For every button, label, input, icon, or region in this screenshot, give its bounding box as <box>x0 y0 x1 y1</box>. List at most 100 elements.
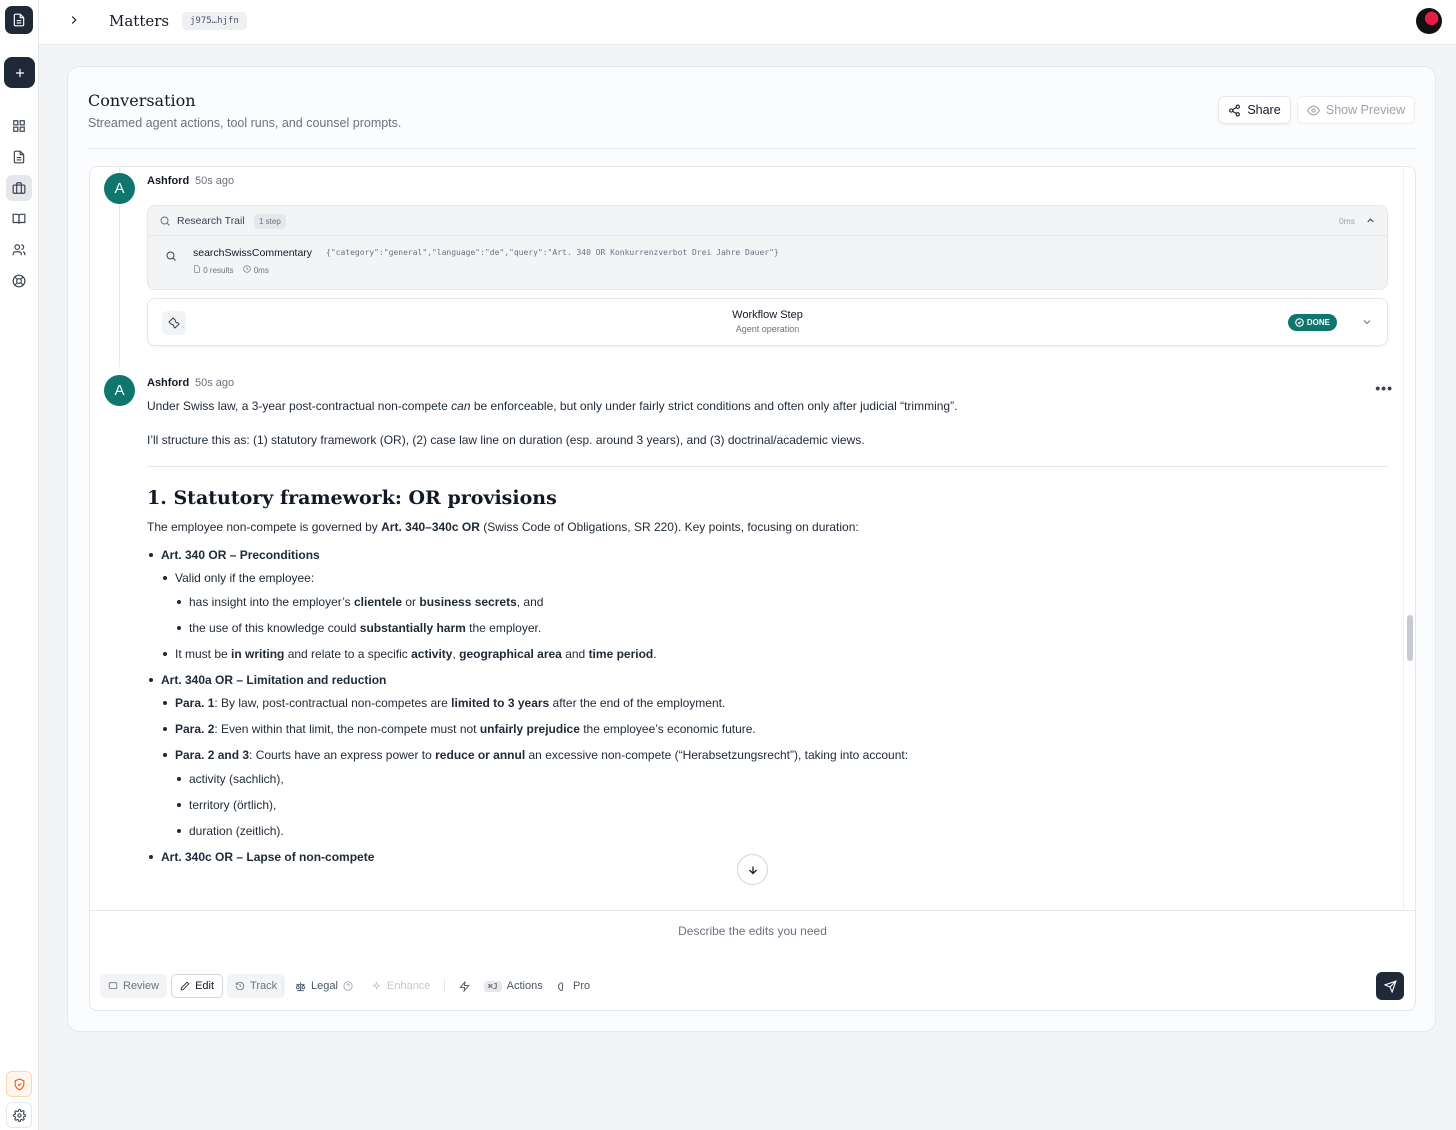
legal-toggle[interactable]: Legal <box>295 974 353 998</box>
show-preview-label: Show Preview <box>1325 103 1406 117</box>
new-button[interactable] <box>4 57 35 88</box>
grid-icon <box>13 120 25 132</box>
pencil-icon <box>180 981 190 991</box>
file-icon <box>194 265 200 273</box>
sidebar-item-dashboard[interactable] <box>6 113 32 139</box>
tool-name: searchSwissCommentary <box>193 247 313 259</box>
list-item: has insight into the employer’s clientel… <box>175 594 1388 610</box>
sidebar-item-support[interactable] <box>6 268 32 294</box>
security-button[interactable] <box>6 1071 32 1097</box>
brain-icon <box>558 981 563 991</box>
list-item: Para. 2: Even within that limit, the non… <box>161 721 1388 737</box>
list-item: Art. 340c OR – Lapse of non-compete <box>147 849 1388 865</box>
duration-meta: 0ms <box>243 265 269 275</box>
divider <box>88 148 1415 149</box>
user-avatar[interactable] <box>1416 8 1442 34</box>
conversation-panel: Conversation Streamed agent actions, too… <box>67 66 1436 1032</box>
panel-subtitle: Streamed agent actions, tool runs, and c… <box>88 116 402 130</box>
send-icon <box>1383 979 1397 993</box>
mode-track[interactable]: Track <box>227 974 286 998</box>
sidebar-item-documents[interactable] <box>6 144 32 170</box>
book-icon <box>12 213 26 224</box>
research-trail-label: Research Trail <box>177 215 245 227</box>
mode-edit[interactable]: Edit <box>171 974 224 998</box>
divider <box>444 979 445 993</box>
message-time: 50s ago <box>195 175 235 187</box>
sidebar-item-library[interactable] <box>6 206 32 232</box>
pro-toggle[interactable]: Pro <box>557 974 590 998</box>
plus-icon <box>15 68 24 77</box>
divider <box>282 979 283 993</box>
share-label: Share <box>1247 103 1281 117</box>
tool-arguments: {"category":"general","language":"de","q… <box>326 248 779 257</box>
sidebar-item-clients[interactable] <box>6 237 32 263</box>
app-logo[interactable] <box>5 6 33 34</box>
chevron-down-icon[interactable] <box>1361 316 1373 328</box>
scrollbar-thumb[interactable] <box>1407 615 1413 661</box>
message-author: Ashford <box>147 175 190 187</box>
agent-avatar: A <box>104 375 135 406</box>
status-label: DONE <box>1306 318 1330 327</box>
enhance-button[interactable]: Enhance <box>371 974 430 998</box>
workflow-step[interactable]: Workflow Step Agent operation DONE <box>147 298 1388 346</box>
message-square-icon <box>108 982 118 989</box>
more-options-button[interactable]: ••• <box>1375 380 1393 396</box>
conversation-scroll[interactable]: A Ashford 50s ago Research Trail 1 step … <box>89 166 1416 911</box>
shortcut-badge: ⌘J <box>484 980 502 992</box>
lifebuoy-icon <box>12 274 26 288</box>
breadcrumb-title[interactable]: Matters <box>109 12 169 30</box>
list-item: the use of this knowledge could substant… <box>175 620 1388 636</box>
sidebar <box>0 0 39 1130</box>
section-heading: 1. Statutory framework: OR provisions <box>147 487 557 509</box>
list-item: activity (sachlich), <box>175 771 1388 787</box>
research-trail: Research Trail 1 step 0ms searchSwissCom… <box>147 205 1388 290</box>
top-bar: Matters j975…hjfn <box>39 0 1456 45</box>
lead-paragraph: The employee non-compete is governed by … <box>147 520 859 534</box>
list-item: Art. 340a OR – Limitation and reduction … <box>147 672 1388 839</box>
shield-icon <box>14 1078 24 1091</box>
clock-icon <box>243 265 252 273</box>
results-meta: 0 results <box>193 265 233 275</box>
message-author: Ashford <box>147 377 190 389</box>
intro-paragraph: Under Swiss law, a 3-year post-contractu… <box>147 399 958 413</box>
expand-sidebar-button[interactable] <box>67 13 81 32</box>
trail-duration: 0ms <box>1338 216 1355 226</box>
settings-button[interactable] <box>6 1102 32 1128</box>
sidebar-item-matters[interactable] <box>6 175 32 201</box>
results-count: 0 results <box>203 266 234 275</box>
workflow-step-title: Workflow Step <box>732 309 803 321</box>
mode-selector: Review Edit Track <box>100 974 286 998</box>
share-button[interactable]: Share <box>1218 96 1291 124</box>
agent-avatar: A <box>104 173 135 204</box>
share-icon <box>1229 104 1241 116</box>
mode-review[interactable]: Review <box>100 974 168 998</box>
search-icon <box>166 251 176 261</box>
scale-icon <box>295 981 306 991</box>
search-icon <box>160 216 170 226</box>
actions-button[interactable]: ⌘J Actions <box>459 974 543 998</box>
zap-icon <box>459 980 470 992</box>
steps-badge: 1 step <box>254 214 286 229</box>
research-trail-header[interactable]: Research Trail 1 step 0ms <box>148 206 1387 236</box>
sparkles-icon <box>372 980 381 990</box>
list-item: territory (örtlich), <box>175 797 1388 813</box>
document-icon <box>13 13 25 27</box>
composer[interactable]: Describe the edits you need Review Edit … <box>89 910 1416 1011</box>
check-circle-icon <box>1295 318 1304 327</box>
file-text-icon <box>13 150 25 164</box>
tool-meta: 0 results 0ms <box>193 265 269 275</box>
provisions-list: Art. 340 OR – Preconditions Valid only i… <box>147 547 1388 865</box>
panel-title: Conversation <box>88 91 196 110</box>
status-badge: DONE <box>1287 314 1337 331</box>
help-icon <box>343 981 353 991</box>
show-preview-button[interactable]: Show Preview <box>1297 96 1415 124</box>
structure-paragraph: I’ll structure this as: (1) statutory fr… <box>147 433 865 447</box>
arrow-down-icon <box>748 866 757 874</box>
send-button[interactable] <box>1376 972 1404 1000</box>
matter-id-badge[interactable]: j975…hjfn <box>182 12 247 30</box>
gear-icon <box>12 1108 26 1122</box>
composer-input[interactable]: Describe the edits you need <box>90 924 1415 938</box>
history-icon <box>235 981 245 991</box>
scroll-to-bottom-button[interactable] <box>737 854 768 885</box>
scrollbar[interactable] <box>1403 167 1415 911</box>
